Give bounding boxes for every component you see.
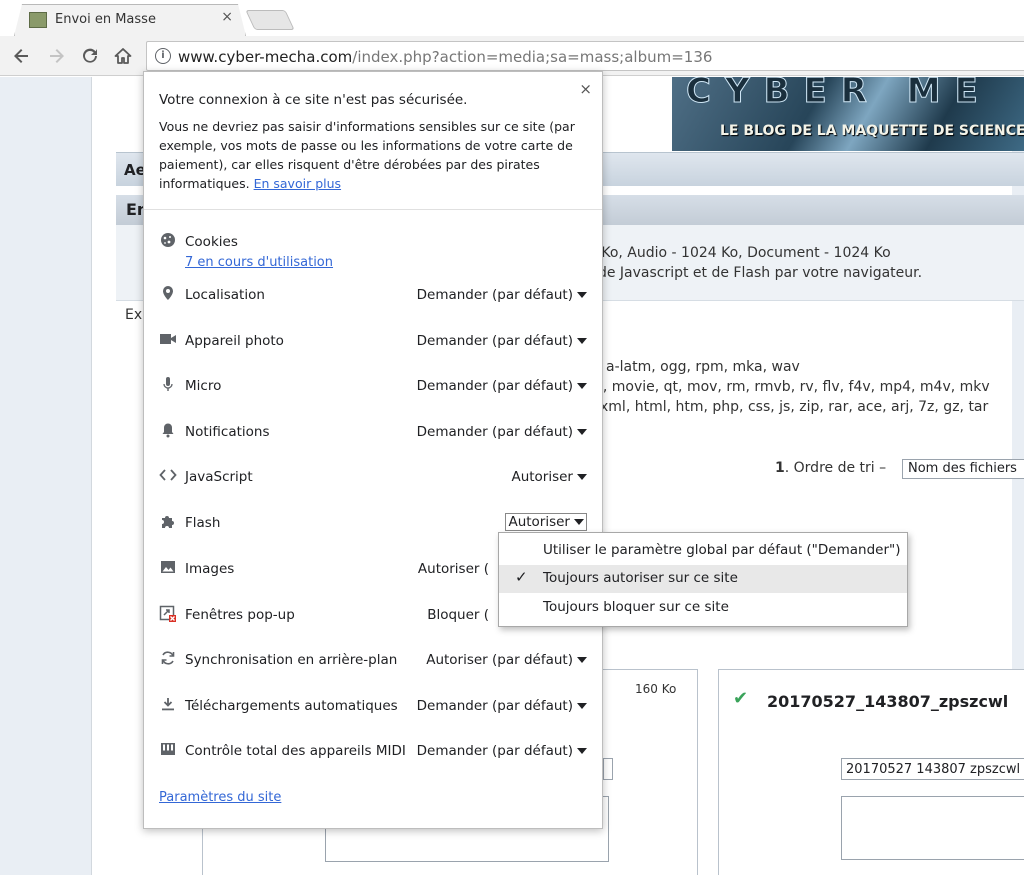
banner-title: CYBER ME [686,77,992,112]
bell-icon [159,422,177,440]
permission-row-microphone: Micro Demander (par défaut) [159,374,587,398]
sort-order-label: 1. Ordre de tri – [775,460,887,476]
caret-down-icon [577,748,587,754]
banner-subtitle: LE BLOG DE LA MAQUETTE DE SCIENCE [720,123,1024,139]
home-icon[interactable] [111,44,135,68]
divider [144,209,602,210]
address-bar[interactable]: i www.cyber-mecha.com/index.php?action=m… [146,41,1024,71]
dropdown-option-always-block[interactable]: Toujours bloquer sur ce site [499,594,907,622]
permission-select-background-sync[interactable]: Autoriser (par défaut) [426,652,587,668]
cookies-in-use-link[interactable]: 7 en cours d'utilisation [185,255,333,270]
browser-toolbar: i www.cyber-mecha.com/index.php?action=m… [0,36,1024,76]
learn-more-link[interactable]: En savoir plus [254,176,341,191]
permission-select-midi[interactable]: Demander (par défaut) [417,743,587,759]
permission-select-automatic-downloads[interactable]: Demander (par défaut) [417,698,587,714]
permission-select-camera[interactable]: Demander (par défaut) [417,333,587,349]
permission-label: Cookies [185,234,238,250]
audio-extensions: a-latm, ogg, rpm, mka, wav [606,359,800,375]
location-pin-icon [159,285,177,303]
caret-down-icon [574,519,584,525]
permission-select-location[interactable]: Demander (par défaut) [417,287,587,303]
file-size: 160 Ko [635,682,677,696]
back-icon[interactable] [10,44,34,68]
download-icon [159,696,177,714]
camera-icon [159,331,177,349]
site-banner[interactable]: CYBER ME LE BLOG DE LA MAQUETTE DE SCIEN… [672,77,1024,151]
microphone-icon [159,376,177,394]
page-left-gutter [0,77,92,875]
browser-support-text: t de Javascript et de Flash par votre na… [588,265,923,281]
close-icon[interactable]: × [579,80,592,98]
permission-select-notifications[interactable]: Demander (par défaut) [417,424,587,440]
caret-down-icon [577,383,587,389]
file-description-textarea[interactable] [841,796,1024,860]
checkmark-icon: ✔ [733,688,749,709]
permission-row-midi: Contrôle total des appareils MIDI Demand… [159,739,587,763]
caret-down-icon [577,703,587,709]
video-extensions: u, movie, qt, mov, rm, rmvb, rv, flv, f4… [594,379,990,395]
site-settings-link[interactable]: Paramètres du site [159,790,281,805]
forward-icon[interactable] [44,44,68,68]
url-text[interactable]: www.cyber-mecha.com/index.php?action=med… [178,48,712,66]
permission-select-popups[interactable]: Bloquer ( [427,607,489,623]
permission-select-javascript[interactable]: Autoriser [511,469,587,485]
cookie-icon [159,232,177,250]
checkmark-icon: ✓ [515,568,528,586]
puzzle-icon [159,513,177,531]
reload-icon[interactable] [78,44,102,68]
code-icon [159,467,177,485]
file-title-input[interactable] [603,758,613,780]
permission-row-cookies: Cookies [159,230,587,254]
permission-row-notifications: Notifications Demander (par défaut) [159,420,587,444]
caret-down-icon [577,292,587,298]
size-limits-text: 4 Ko, Audio - 1024 Ko, Document - 1024 K… [588,245,891,261]
browser-tab[interactable]: Envoi en Masse × [14,4,246,36]
extensions-label: Ex [125,307,143,323]
connection-warning-text: Vous ne devriez pas saisir d'information… [159,119,575,191]
caret-down-icon [577,338,587,344]
permission-row-camera: Appareil photo Demander (par défaut) [159,329,587,353]
caret-down-icon [577,429,587,435]
caret-down-icon [577,657,587,663]
permission-row-javascript: JavaScript Autoriser [159,465,587,489]
permission-select-images[interactable]: Autoriser ( [418,561,489,577]
connection-warning-title: Votre connexion à ce site n'est pas sécu… [159,92,468,108]
image-icon [159,559,177,577]
permission-row-automatic-downloads: Téléchargements automatiques Demander (p… [159,694,587,718]
flash-permission-dropdown: Utiliser le paramètre global par défaut … [498,532,908,627]
permission-select-flash[interactable]: Autoriser [505,513,587,531]
midi-icon [159,741,177,759]
permission-row-location: Localisation Demander (par défaut) [159,283,587,307]
popup-blocked-icon [159,605,177,623]
tab-strip: Envoi en Masse × [0,0,1024,36]
permission-row-background-sync: Synchronisation en arrière-plan Autorise… [159,648,587,672]
sync-icon [159,650,177,668]
caret-down-icon [577,474,587,480]
tab-close-icon[interactable]: × [221,9,233,25]
permission-select-microphone[interactable]: Demander (par défaut) [417,378,587,394]
site-info-popup: × Votre connexion à ce site n'est pas sé… [143,71,603,829]
file-title-input[interactable]: 20170527 143807 zpszcwl [841,758,1024,780]
dropdown-option-use-default[interactable]: Utiliser le paramètre global par défaut … [499,537,907,565]
new-tab-button[interactable] [245,10,295,30]
file-name: 20170527_143807_zpszcwl [767,692,1009,711]
document-extensions: xml, html, htm, php, css, js, zip, rar, … [600,399,989,415]
site-favicon-icon [29,12,47,28]
file-card: ✔ 20170527_143807_zpszcwl 20170527 14380… [718,669,1024,875]
tab-title: Envoi en Masse [55,12,156,27]
dropdown-option-always-allow[interactable]: ✓ Toujours autoriser sur ce site [499,565,907,593]
sort-order-select[interactable]: Nom des fichiers [902,459,1024,479]
info-icon[interactable]: i [155,48,171,64]
